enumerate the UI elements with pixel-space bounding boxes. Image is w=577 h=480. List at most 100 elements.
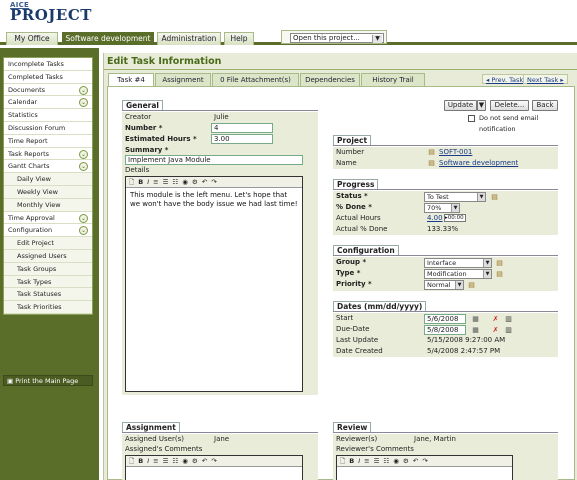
sidebar-item-task-statuses[interactable]: Task Statuses: [4, 288, 92, 302]
settings-icon[interactable]: ⚙: [403, 456, 409, 467]
delete-button[interactable]: Delete...: [490, 100, 529, 111]
redo-icon[interactable]: ↷: [211, 456, 216, 467]
sidebar-item-discussion-forum[interactable]: Discussion Forum: [4, 121, 92, 135]
settings-icon[interactable]: ⚙: [192, 177, 198, 188]
due-date-input[interactable]: 5/8/2008: [424, 325, 466, 335]
sidebar-item-calendar[interactable]: Calendar ⌄: [4, 96, 92, 110]
bold-icon[interactable]: B: [138, 177, 143, 188]
tab-file-attachments[interactable]: 0 File Attachment(s): [212, 73, 299, 86]
open-project-select[interactable]: Open this project... ▼: [290, 33, 384, 43]
details-text[interactable]: This module is the left menu. Let's hope…: [126, 188, 302, 212]
sidebar-item-task-priorities[interactable]: Task Priorities: [4, 301, 92, 314]
italic-icon[interactable]: I: [147, 456, 149, 467]
tab-software-development[interactable]: Software development: [62, 32, 154, 45]
sidebar-item-documents[interactable]: Documents ⌄: [4, 83, 92, 97]
print-main-page-button[interactable]: ▣ Print the Main Page: [3, 375, 93, 386]
image-icon[interactable]: ◉: [182, 456, 188, 467]
redo-icon[interactable]: ↷: [211, 177, 216, 188]
percent-done-select[interactable]: 70% ▼: [424, 203, 460, 213]
update-dropdown-button[interactable]: ▼: [477, 100, 486, 111]
sidebar-item-incomplete-tasks[interactable]: Incomplete Tasks: [4, 58, 92, 71]
priority-select[interactable]: Normal ▼: [424, 280, 464, 290]
chevron-down-icon[interactable]: ⌄: [79, 98, 88, 108]
sidebar-item-assigned-users[interactable]: Assigned Users: [4, 249, 92, 263]
back-button[interactable]: Back: [532, 100, 558, 111]
sidebar-item-daily-view[interactable]: Daily View: [4, 173, 92, 186]
actual-hours-link[interactable]: 4.00: [427, 213, 443, 224]
sidebar-item-time-report[interactable]: Time Report: [4, 134, 92, 148]
undo-icon[interactable]: ↶: [202, 177, 207, 188]
tab-dependencies[interactable]: Dependencies: [300, 73, 360, 86]
chevron-down-icon[interactable]: ▼: [372, 35, 382, 43]
sidebar-item-weekly-view[interactable]: Weekly View: [4, 185, 92, 199]
image-icon[interactable]: ◉: [182, 177, 188, 188]
chevron-down-icon[interactable]: ⌄: [79, 226, 88, 236]
redo-icon[interactable]: ↷: [422, 456, 427, 467]
start-date-input[interactable]: 5/6/2008: [424, 314, 466, 324]
sidebar-item-statistics[interactable]: Statistics: [4, 109, 92, 122]
project-number-link[interactable]: SOFT-001: [439, 147, 472, 158]
prev-task-link[interactable]: ◂ Prev. Task: [482, 74, 528, 84]
undo-icon[interactable]: ↶: [413, 456, 418, 467]
update-button[interactable]: Update: [444, 100, 477, 111]
new-doc-icon[interactable]: 🗋: [340, 456, 345, 467]
summary-input[interactable]: Implement Java Module: [125, 155, 303, 165]
calendar-icon[interactable]: ▦: [471, 326, 480, 334]
sidebar-item-edit-project[interactable]: Edit Project: [4, 237, 92, 250]
sidebar-item-task-reports[interactable]: Task Reports ⌄: [4, 147, 92, 161]
project-name-link[interactable]: Software development: [439, 158, 518, 169]
clear-icon[interactable]: ✗: [491, 326, 500, 334]
list-icon[interactable]: ☰: [163, 456, 169, 467]
timer-widget[interactable]: ▸00:00: [444, 214, 466, 222]
next-task-link[interactable]: Next Task ▸: [523, 74, 568, 84]
chevron-down-icon[interactable]: ⌄: [79, 149, 88, 159]
new-doc-icon[interactable]: 🗋: [129, 456, 134, 467]
group-select[interactable]: Interface ▼: [424, 258, 492, 268]
new-doc-icon[interactable]: 🗋: [129, 177, 134, 188]
status-select[interactable]: To Test ▼: [424, 192, 486, 202]
align-icon[interactable]: ≡: [153, 177, 158, 188]
sidebar-item-monthly-view[interactable]: Monthly View: [4, 198, 92, 212]
table-icon[interactable]: ☷: [172, 456, 178, 467]
table-icon[interactable]: ☷: [383, 456, 389, 467]
chevron-down-icon[interactable]: ⌄: [79, 162, 88, 172]
tab-administration[interactable]: Administration: [157, 32, 221, 45]
type-select[interactable]: Modification ▼: [424, 269, 492, 279]
sidebar-item-task-groups[interactable]: Task Groups: [4, 262, 92, 276]
sidebar-item-configuration[interactable]: Configuration ⌄: [4, 224, 92, 238]
align-icon[interactable]: ≡: [153, 456, 158, 467]
list-icon[interactable]: ☰: [374, 456, 380, 467]
chevron-down-icon[interactable]: ⌄: [79, 85, 88, 95]
image-icon[interactable]: ◉: [393, 456, 399, 467]
sidebar-item-task-types[interactable]: Task Types: [4, 275, 92, 289]
tab-my-office[interactable]: My Office: [6, 32, 58, 45]
clear-icon[interactable]: ✗: [491, 315, 500, 323]
bold-icon[interactable]: B: [138, 456, 143, 467]
italic-icon[interactable]: I: [358, 456, 360, 467]
calendar-icon[interactable]: ▦: [471, 315, 480, 323]
list-icon[interactable]: ☰: [163, 177, 169, 188]
italic-icon[interactable]: I: [147, 177, 149, 188]
reviewer-comments-editor[interactable]: 🗋 B I ≡ ☰ ☷ ◉ ⚙ ↶ ↷: [336, 455, 513, 480]
bold-icon[interactable]: B: [349, 456, 354, 467]
tab-help[interactable]: Help: [224, 32, 254, 45]
folder-icon[interactable]: ▤: [467, 281, 476, 289]
folder-icon[interactable]: ▤: [495, 259, 504, 267]
tab-history-trail[interactable]: History Trail: [361, 73, 425, 86]
folder-icon[interactable]: ▤: [495, 270, 504, 278]
tab-assignment[interactable]: Assignment: [155, 73, 211, 86]
calendar-detail-icon[interactable]: ▥: [504, 326, 513, 334]
table-icon[interactable]: ☷: [172, 177, 178, 188]
folder-icon[interactable]: ▤: [490, 193, 499, 201]
chevron-down-icon[interactable]: ⌄: [79, 213, 88, 223]
sidebar-item-time-approval[interactable]: Time Approval ⌄: [4, 211, 92, 225]
no-email-checkbox[interactable]: [468, 115, 475, 122]
tab-task[interactable]: Task #4: [108, 73, 154, 86]
sidebar-item-gantt-charts[interactable]: Gantt Charts ⌄: [4, 160, 92, 174]
estimated-hours-input[interactable]: 3.00: [211, 134, 273, 144]
sidebar-item-completed-tasks[interactable]: Completed Tasks: [4, 70, 92, 84]
number-input[interactable]: 4: [211, 123, 273, 133]
calendar-detail-icon[interactable]: ▥: [504, 315, 513, 323]
settings-icon[interactable]: ⚙: [192, 456, 198, 467]
details-editor[interactable]: 🗋 B I ≡ ☰ ☷ ◉ ⚙ ↶ ↷ This module is the left menu.…: [125, 176, 303, 392]
